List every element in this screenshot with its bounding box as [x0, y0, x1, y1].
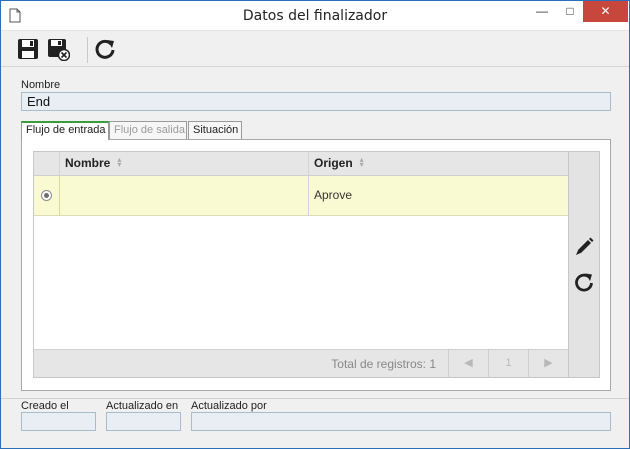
toolbar [1, 31, 629, 67]
sort-icon: ▴ ▾ [117, 154, 122, 169]
tab-panel: Nombre ▴ ▾ Origen ▴ ▾ Aprove Total de regist… [21, 139, 611, 391]
created-label: Creado el [21, 400, 69, 412]
updated-field [106, 412, 181, 431]
sort-icon: ▴ ▾ [359, 154, 364, 169]
column-header-origen[interactable]: Origen ▴ ▾ [309, 152, 568, 176]
tab-situacion[interactable]: Situación [188, 121, 242, 139]
column-header-label: Origen [314, 156, 353, 170]
grid-footer: Total de registros: 1 ◀ 1 ▶ [34, 349, 568, 378]
grid-header: Nombre ▴ ▾ Origen ▴ ▾ [34, 152, 568, 176]
updated-by-label: Actualizado por [191, 400, 267, 412]
toolbar-separator [87, 37, 88, 63]
pager-page-number: 1 [488, 350, 528, 378]
table-row[interactable]: Aprove [34, 176, 568, 216]
column-divider [59, 152, 60, 216]
flow-grid: Nombre ▴ ▾ Origen ▴ ▾ Aprove Total de regist… [33, 151, 569, 378]
maximize-button[interactable]: □ [556, 1, 584, 22]
row-select-radio[interactable] [41, 190, 52, 201]
tab-flujo-de-salida[interactable]: Flujo de salida [109, 121, 187, 139]
refresh-icon[interactable] [93, 37, 117, 61]
dialog-window: Datos del finalizador — □ ✕ Nombre End F… [0, 0, 630, 449]
column-header-nombre[interactable]: Nombre ▴ ▾ [60, 152, 309, 176]
created-field [21, 412, 96, 431]
cell-nombre [60, 176, 309, 216]
total-records: Total de registros: 1 [331, 357, 436, 371]
title-bar[interactable]: Datos del finalizador — □ ✕ [1, 1, 629, 31]
edit-icon[interactable] [573, 236, 595, 258]
save-and-close-icon[interactable] [46, 37, 70, 61]
column-header-label: Nombre [65, 156, 111, 170]
pager-next-button[interactable]: ▶ [528, 350, 568, 378]
tab-flujo-de-entrada[interactable]: Flujo de entrada [21, 121, 109, 140]
save-icon[interactable] [16, 37, 40, 61]
cell-origen: Aprove [314, 188, 353, 202]
updated-label: Actualizado en [106, 400, 179, 412]
name-label: Nombre [21, 79, 61, 91]
refresh-icon[interactable] [573, 271, 595, 293]
name-field[interactable]: End [21, 92, 611, 111]
minimize-button[interactable]: — [528, 1, 556, 22]
column-divider [308, 152, 309, 216]
pager-prev-button[interactable]: ◀ [448, 350, 488, 378]
grid-action-bar [569, 151, 600, 378]
updated-by-field [191, 412, 611, 431]
footer-divider [1, 398, 629, 399]
close-button[interactable]: ✕ [583, 1, 628, 22]
